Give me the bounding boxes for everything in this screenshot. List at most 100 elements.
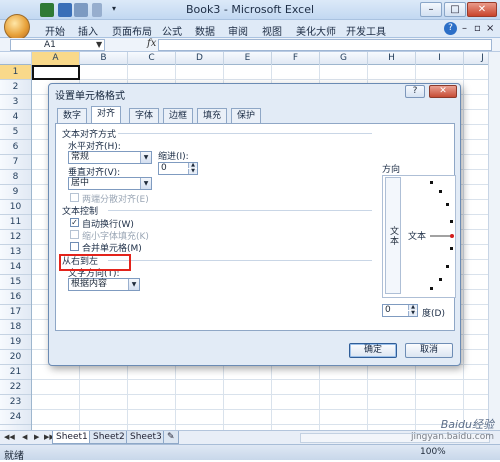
close-button[interactable]: ✕ bbox=[467, 2, 497, 17]
chevron-down-icon[interactable]: ▼ bbox=[140, 152, 151, 163]
row-header[interactable]: 12 bbox=[0, 230, 31, 245]
row-header[interactable]: 3 bbox=[0, 95, 31, 110]
row-header[interactable]: 20 bbox=[0, 350, 31, 365]
column-header-e[interactable]: E bbox=[224, 52, 272, 65]
wrap-text-highlight bbox=[59, 254, 131, 271]
row-header[interactable]: 7 bbox=[0, 155, 31, 170]
row-header[interactable]: 6 bbox=[0, 140, 31, 155]
row-header[interactable]: 11 bbox=[0, 215, 31, 230]
tab-insert[interactable]: 插入 bbox=[78, 23, 98, 38]
tab-page-layout[interactable]: 页面布局 bbox=[112, 23, 152, 38]
ribbon-tabs: 开始 插入 页面布局 公式 数据 审阅 视图 美化大师 开发工具 ? – ▫ × bbox=[0, 14, 500, 40]
row-header[interactable]: 5 bbox=[0, 125, 31, 140]
insert-sheet-icon[interactable]: ✎ bbox=[163, 431, 179, 444]
column-header-b[interactable]: B bbox=[80, 52, 128, 65]
column-header-c[interactable]: C bbox=[128, 52, 176, 65]
next-sheet-icon[interactable]: ▶ bbox=[34, 433, 39, 441]
row-header[interactable]: 2 bbox=[0, 80, 31, 95]
column-header-d[interactable]: D bbox=[176, 52, 224, 65]
row-header[interactable]: 19 bbox=[0, 335, 31, 350]
chevron-down-icon[interactable]: ▼ bbox=[128, 279, 139, 290]
spin-down-icon[interactable]: ▼ bbox=[188, 169, 197, 174]
tab-beautify[interactable]: 美化大师 bbox=[296, 23, 336, 38]
tab-home[interactable]: 开始 bbox=[45, 23, 65, 38]
indent-stepper[interactable]: 0 ▲ ▼ bbox=[158, 162, 198, 175]
row-header-bar: 1 2 3 4 5 6 7 8 9 10 11 12 13 14 15 16 17 18 19 20 21 22 23 24 bbox=[0, 65, 32, 430]
vertical-scrollbar[interactable] bbox=[488, 52, 500, 430]
orientation-dial[interactable]: 文本 bbox=[406, 179, 454, 294]
ok-button[interactable]: 确定 bbox=[349, 343, 397, 358]
dialog-close-button[interactable]: ✕ bbox=[429, 85, 457, 98]
vertical-text-option[interactable]: 文本 bbox=[385, 177, 401, 294]
row-header[interactable]: 18 bbox=[0, 320, 31, 335]
first-sheet-icon[interactable]: ◀◀ bbox=[4, 433, 15, 441]
tab-view[interactable]: 视图 bbox=[262, 23, 282, 38]
office-button[interactable] bbox=[4, 14, 30, 40]
dialog-help-button[interactable]: ? bbox=[405, 85, 425, 98]
ribbon-restore-icon[interactable]: ▫ bbox=[474, 23, 481, 34]
maximize-button[interactable]: □ bbox=[444, 2, 466, 17]
column-header-h[interactable]: H bbox=[368, 52, 416, 65]
chevron-down-icon[interactable]: ▼ bbox=[96, 40, 102, 49]
insert-function-icon[interactable]: fx bbox=[147, 38, 156, 49]
formula-input[interactable] bbox=[158, 39, 492, 51]
tab-protection[interactable]: 保护 bbox=[231, 108, 262, 123]
wrap-text-checkbox[interactable]: ✓ bbox=[70, 218, 79, 227]
column-header-a[interactable]: A bbox=[32, 52, 80, 65]
minimize-button[interactable]: – bbox=[420, 2, 442, 17]
row-header[interactable]: 23 bbox=[0, 395, 31, 410]
tab-formulas[interactable]: 公式 bbox=[162, 23, 182, 38]
tab-fill[interactable]: 填充 bbox=[197, 108, 228, 123]
row-header[interactable]: 4 bbox=[0, 110, 31, 125]
horizontal-align-value: 常规 bbox=[71, 152, 90, 162]
tab-font[interactable]: 字体 bbox=[129, 108, 160, 123]
tab-data[interactable]: 数据 bbox=[195, 23, 215, 38]
tab-alignment[interactable]: 对齐 bbox=[91, 106, 122, 124]
select-all-corner[interactable] bbox=[0, 52, 32, 65]
column-header-i[interactable]: I bbox=[416, 52, 464, 65]
vertical-align-value: 居中 bbox=[71, 178, 90, 188]
row-header[interactable]: 10 bbox=[0, 200, 31, 215]
column-header-f[interactable]: F bbox=[272, 52, 320, 65]
dial-tick bbox=[430, 181, 433, 184]
sheet-tab-sheet1[interactable]: Sheet1 bbox=[52, 431, 92, 444]
row-header[interactable]: 22 bbox=[0, 380, 31, 395]
merge-cells-label: 合并单元格(M) bbox=[82, 244, 142, 254]
chevron-down-icon[interactable]: ▼ bbox=[140, 178, 151, 189]
row-header[interactable]: 24 bbox=[0, 410, 31, 425]
tab-developer[interactable]: 开发工具 bbox=[346, 23, 386, 38]
row-header[interactable]: 13 bbox=[0, 245, 31, 260]
prev-sheet-icon[interactable]: ◀ bbox=[22, 433, 27, 441]
vertical-align-select[interactable]: 居中 ▼ bbox=[68, 177, 152, 190]
cancel-button[interactable]: 取消 bbox=[405, 343, 453, 358]
sheet-tab-sheet2[interactable]: Sheet2 bbox=[89, 431, 129, 444]
row-header[interactable]: 17 bbox=[0, 305, 31, 320]
merge-cells-checkbox[interactable] bbox=[70, 242, 79, 251]
tab-border[interactable]: 边框 bbox=[163, 108, 194, 123]
tab-number[interactable]: 数字 bbox=[57, 108, 88, 123]
shrink-to-fit-checkbox[interactable] bbox=[70, 230, 79, 239]
row-header[interactable]: 8 bbox=[0, 170, 31, 185]
spin-down-icon[interactable]: ▼ bbox=[408, 311, 417, 316]
status-bar: 就绪 100% bbox=[0, 444, 500, 462]
degrees-stepper[interactable]: 0 ▲ ▼ bbox=[382, 304, 418, 317]
text-direction-select[interactable]: 根据内容 ▼ bbox=[68, 278, 140, 291]
name-box[interactable]: A1 bbox=[10, 39, 105, 51]
column-header-g[interactable]: G bbox=[320, 52, 368, 65]
tab-review[interactable]: 审阅 bbox=[228, 23, 248, 38]
row-header[interactable]: 9 bbox=[0, 185, 31, 200]
row-header[interactable]: 21 bbox=[0, 365, 31, 380]
dialog-title: 设置单元格格式 bbox=[55, 91, 125, 102]
row-header[interactable]: 16 bbox=[0, 290, 31, 305]
sheet-tab-sheet3[interactable]: Sheet3 bbox=[126, 431, 166, 444]
horizontal-align-select[interactable]: 常规 ▼ bbox=[68, 151, 152, 164]
ribbon-minimize-icon[interactable]: – bbox=[462, 23, 467, 34]
help-icon[interactable]: ? bbox=[444, 22, 457, 35]
row-header[interactable]: 1 bbox=[0, 65, 31, 80]
justify-distributed-checkbox[interactable] bbox=[70, 193, 79, 202]
zoom-level[interactable]: 100% bbox=[420, 447, 446, 457]
active-cell[interactable] bbox=[32, 65, 80, 80]
ribbon-close-icon[interactable]: × bbox=[486, 23, 494, 34]
row-header[interactable]: 15 bbox=[0, 275, 31, 290]
row-header[interactable]: 14 bbox=[0, 260, 31, 275]
